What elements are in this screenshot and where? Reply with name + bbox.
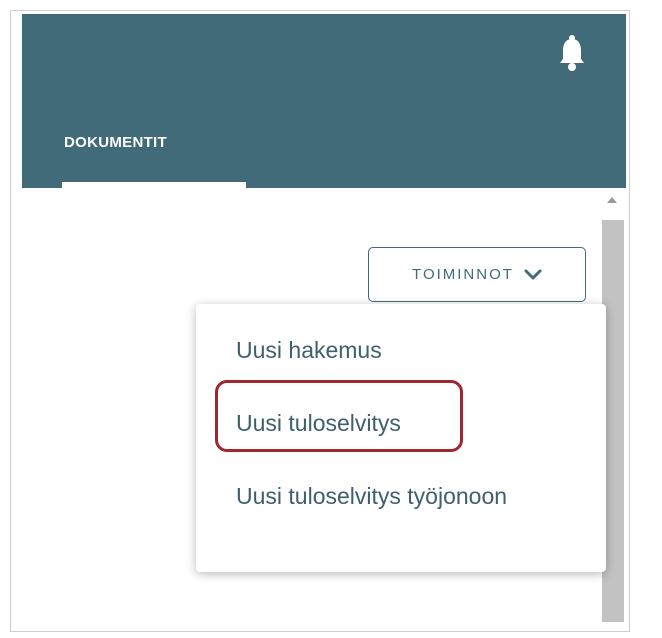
app-header <box>22 14 626 188</box>
menu-item-uusi-tuloselvitys[interactable]: Uusi tuloselvitys <box>236 407 401 440</box>
toiminnot-button[interactable]: TOIMINNOT <box>368 247 586 302</box>
actions-dropdown-menu: Uusi hakemus Uusi tuloselvitys Uusi tulo… <box>196 304 606 572</box>
active-tab-indicator <box>62 182 246 188</box>
chevron-down-icon <box>524 269 542 279</box>
toiminnot-label: TOIMINNOT <box>412 266 514 283</box>
bell-icon[interactable] <box>557 33 587 73</box>
menu-item-uusi-hakemus[interactable]: Uusi hakemus <box>236 334 382 367</box>
menu-item-uusi-tuloselvitys-tyojonoon[interactable]: Uusi tuloselvitys työjonoon <box>236 480 536 513</box>
tab-dokumentit[interactable]: DOKUMENTIT <box>64 134 167 151</box>
scroll-up-arrow-icon[interactable] <box>607 197 617 203</box>
